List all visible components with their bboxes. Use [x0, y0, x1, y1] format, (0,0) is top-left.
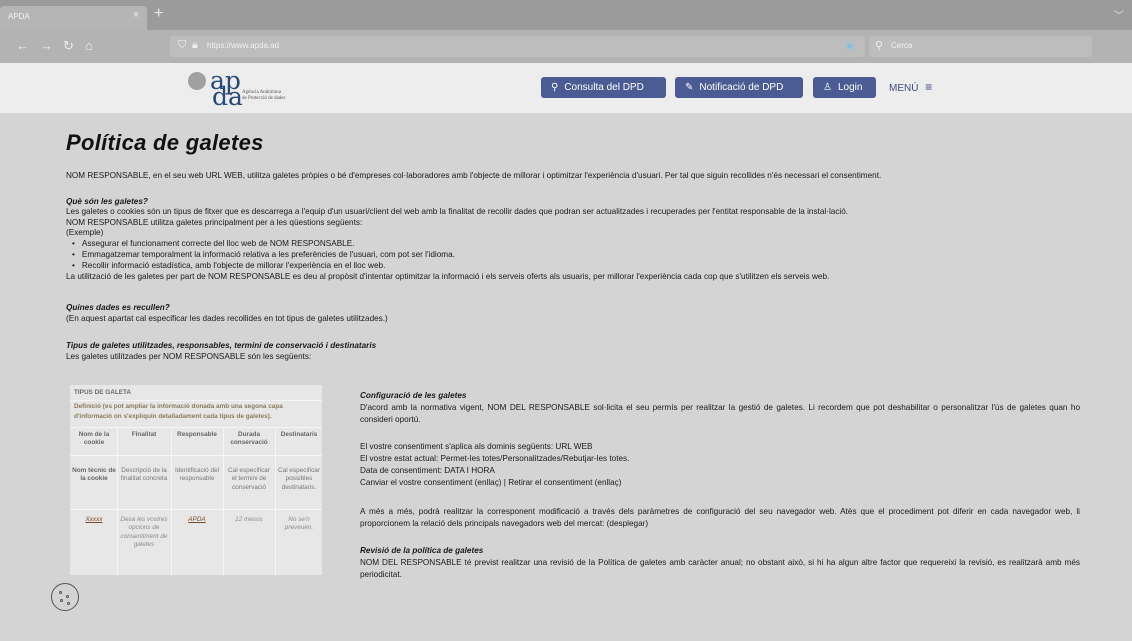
what-paragraph-1: Les galetes o cookies són un tipus de fi…	[66, 207, 849, 216]
logo-emblem	[188, 72, 206, 90]
intro-text: NOM RESPONSABLE, en el seu web URL WEB, …	[66, 171, 882, 180]
review-title: Revisió de la política de galetes	[360, 546, 484, 555]
what-paragraph-3: (Exemple)	[66, 228, 104, 237]
url-text[interactable]: https://www.apda.ad	[207, 41, 279, 50]
table-cell: No se'n preveuen.	[284, 516, 314, 532]
table-cell: Cal especificar el termini de conservaci…	[228, 467, 270, 491]
list-item: Emmagatzemar temporalment la informació …	[66, 250, 455, 260]
section-title-data: Quines dades es recullen?	[66, 303, 170, 312]
search-placeholder: Cerca	[891, 41, 913, 50]
table-header: Destinataris	[280, 431, 318, 438]
section-title-types: Tipus de galetes utilitzades, responsabl…	[66, 341, 377, 350]
table-header: Finalitat	[131, 431, 157, 438]
login-label: Login	[837, 82, 863, 93]
table-caption: TIPUS DE GALETA	[74, 389, 132, 396]
table-definition-2: d'informació on s'expliquin detalladamen…	[74, 413, 272, 420]
site-header: ap da Agència Andorrana de Protecció de …	[0, 63, 1132, 113]
menu-label: MENÚ	[889, 83, 919, 94]
config-title: Configuració de les galetes	[360, 391, 467, 400]
table-cell: Descripció de la finalitat concreta	[120, 467, 168, 483]
home-icon[interactable]: ⌂	[85, 38, 93, 53]
table-cell: Identificació del responsable	[174, 467, 220, 483]
what-paragraph-2: NOM RESPONSABLE utilitza galetes princip…	[66, 218, 363, 227]
table-cell: Cal especificar possibles destinataris.	[278, 467, 320, 491]
config-paragraph-1: D'acord amb la normativa vigent, NOM DEL…	[360, 403, 1080, 424]
table-header: Nom de la cookie	[78, 431, 110, 447]
page-title: Política de galetes	[66, 130, 264, 155]
config-date: Data de consentiment: DATA I HORA	[360, 466, 495, 475]
tab-title: APDA	[8, 12, 30, 21]
config-status: El vostre estat actual: Permet-les totes…	[360, 454, 630, 463]
notificacio-dpd-label: Notificació de DPD	[699, 82, 784, 93]
config-domains: El vostre consentiment s'aplica als domi…	[360, 442, 593, 451]
notificacio-dpd-button[interactable]: ✎ Notificació de DPD	[675, 77, 803, 98]
list-item: Recollir informació estadística, amb l'o…	[66, 261, 385, 271]
table-cell: Desa les vostres opcions de consentiment…	[120, 516, 168, 549]
table-cell: 12 mesos	[235, 516, 263, 523]
search-bar[interactable]: ⚲ Cerca	[869, 36, 1092, 57]
user-icon: ♙	[823, 82, 832, 93]
table-cell: APDA	[188, 516, 206, 523]
search-icon: ⚲	[551, 82, 559, 93]
reload-icon[interactable]: ↻	[63, 38, 74, 54]
table-header: Durada conservació	[230, 431, 268, 447]
forward-icon[interactable]: →	[40, 38, 53, 53]
tab-list-chevron-icon[interactable]: ﹀	[1114, 7, 1124, 22]
search-icon: ⚲	[875, 40, 884, 52]
cookie-settings-icon[interactable]	[51, 583, 79, 611]
table-cell: Nom tècnic de la cookie	[72, 467, 116, 483]
logo-da: da	[212, 82, 243, 111]
list-item: Assegurar el funcionament correcte del l…	[66, 239, 355, 249]
menu-button[interactable]: MENÚ ≡	[889, 80, 932, 94]
review-paragraph: NOM DEL RESPONSABLE té previst realitzar…	[360, 558, 1080, 579]
what-paragraph-4: La utilització de les galetes per part d…	[66, 272, 830, 281]
consulta-dpd-button[interactable]: ⚲ Consulta del DPD	[541, 77, 666, 98]
browser-nav-bar: ← → ↻ ⌂ ⛉ 🔒︎ https://www.apda.ad ★ ⚲ Cer…	[0, 30, 1132, 63]
section-title-what: Què són les galetes?	[66, 197, 148, 206]
data-paragraph: (En aquest apartat cal especificar les d…	[66, 314, 388, 323]
close-tab-icon[interactable]: ×	[133, 9, 139, 21]
hamburger-icon: ≡	[925, 80, 933, 94]
url-bar[interactable]: ⛉ 🔒︎ https://www.apda.ad ★	[170, 36, 865, 57]
table-cell: Xxxxx	[85, 516, 103, 523]
bookmark-star-icon[interactable]: ★	[844, 39, 855, 53]
back-icon[interactable]: ←	[16, 38, 29, 53]
lock-icon[interactable]: 🔒︎	[192, 39, 198, 52]
config-paragraph-2: A més a més, podrà realitzar la correspo…	[360, 507, 1080, 528]
apda-logo[interactable]: ap da Agència Andorrana de Protecció de …	[188, 66, 308, 111]
consulta-dpd-label: Consulta del DPD	[564, 82, 644, 93]
table-definition-1: Definició (es pot ampliar la informació …	[74, 403, 283, 410]
shield-icon[interactable]: ⛉	[178, 39, 186, 52]
logo-line1: Agència Andorrana	[242, 90, 282, 95]
types-paragraph: Les galetes utilitzades per NOM RESPONSA…	[66, 352, 312, 361]
pencil-icon: ✎	[685, 82, 694, 93]
table-header: Responsable	[177, 431, 217, 438]
cookie-types-table: TIPUS DE GALETA Definició (es pot amplia…	[70, 385, 322, 575]
login-button[interactable]: ♙ Login	[813, 77, 876, 98]
new-tab-button[interactable]: +	[154, 5, 163, 23]
config-change-links[interactable]: Canviar el vostre consentiment (enllaç) …	[360, 478, 622, 488]
logo-line2: de Protecció de dades	[242, 96, 286, 101]
browser-tab[interactable]: APDA ×	[0, 6, 147, 30]
browser-tab-bar: APDA × + ﹀	[0, 0, 1132, 30]
